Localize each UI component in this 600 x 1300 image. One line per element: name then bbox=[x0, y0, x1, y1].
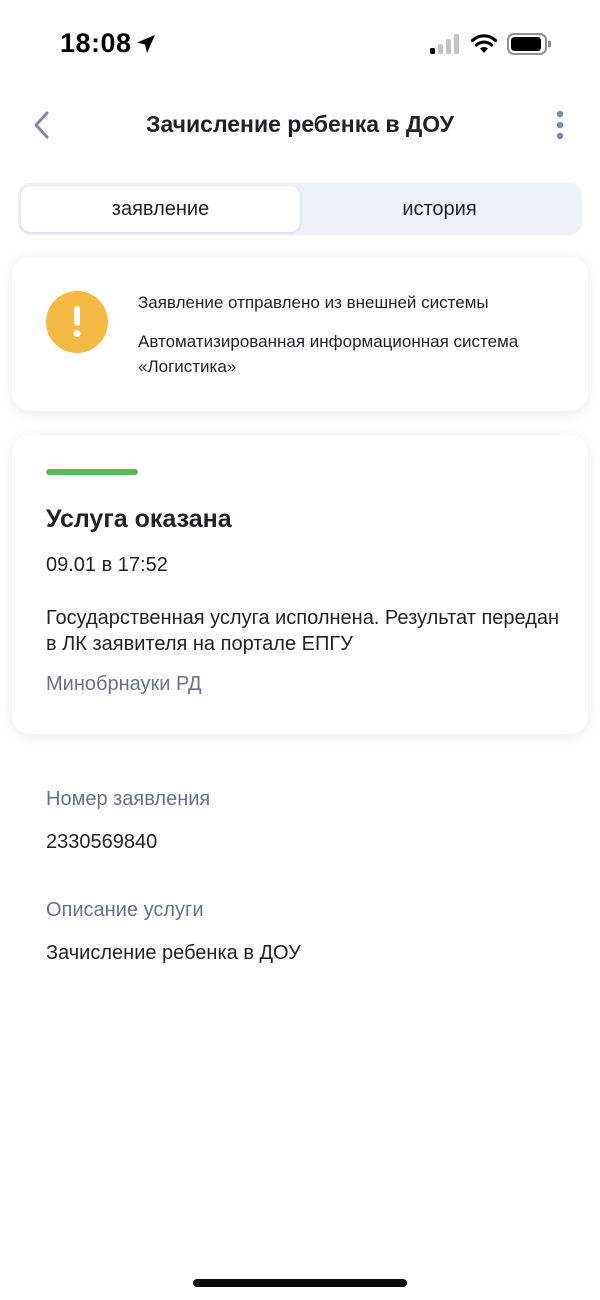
service-description-label: Описание услуги bbox=[46, 899, 204, 921]
cellular-signal-icon bbox=[430, 34, 459, 54]
status-time: 18:08 bbox=[60, 28, 132, 58]
view-tabs: заявление история bbox=[18, 183, 582, 235]
tab-history[interactable]: история bbox=[300, 186, 579, 232]
status-bar: 18:08 bbox=[0, 0, 600, 90]
service-status-card: Услуга оказана 09.01 в 17:52 Государстве… bbox=[12, 435, 588, 734]
location-arrow-icon bbox=[137, 35, 155, 53]
application-number-value: 2330569840 bbox=[46, 831, 158, 853]
navigation-header: Зачисление ребенка в ДОУ bbox=[0, 95, 600, 155]
notice-body: Автоматизированная информационная систем… bbox=[138, 332, 519, 376]
wifi-icon bbox=[470, 34, 498, 53]
external-system-notice: Заявление отправлено из внешней системы … bbox=[12, 257, 588, 411]
battery-icon bbox=[507, 33, 551, 55]
application-number-label: Номер заявления bbox=[46, 788, 211, 810]
status-indicator-stripe bbox=[46, 469, 138, 475]
application-details-screen: 18:08 Зачисление ребенка в ДОУ заявление… bbox=[0, 0, 600, 1300]
notice-title: Заявление отправлено из внешней системы bbox=[138, 293, 489, 312]
warning-icon bbox=[46, 291, 108, 353]
more-vertical-icon bbox=[556, 110, 564, 140]
page-title: Зачисление ребенка в ДОУ bbox=[146, 111, 454, 137]
status-title: Услуга оказана bbox=[46, 505, 232, 533]
service-description-value: Зачисление ребенка в ДОУ bbox=[46, 942, 301, 964]
more-options-button[interactable] bbox=[540, 105, 580, 145]
tab-application[interactable]: заявление bbox=[21, 186, 300, 232]
status-description: Государственная услуга исполнена. Резуль… bbox=[46, 607, 560, 655]
status-organization: Минобрнауки РД bbox=[46, 673, 202, 695]
status-date: 09.01 в 17:52 bbox=[46, 554, 168, 576]
home-indicator[interactable] bbox=[193, 1279, 407, 1287]
